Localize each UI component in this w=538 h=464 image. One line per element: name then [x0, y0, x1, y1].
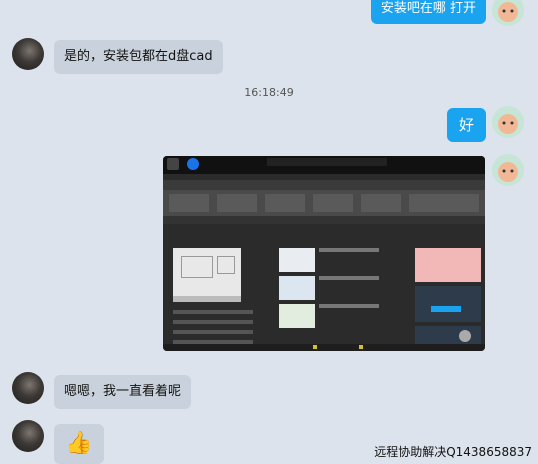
emoji-bubble: 👍	[54, 424, 104, 464]
avatar-contact[interactable]	[12, 372, 44, 404]
thumbs-up-icon: 👍	[65, 431, 93, 456]
avatar-self[interactable]	[492, 154, 524, 186]
avatar-contact[interactable]	[12, 38, 44, 70]
message-bubble-outgoing: 安装吧在哪 打开	[370, 0, 486, 24]
avatar-contact[interactable]	[12, 420, 44, 452]
message-text: 安装吧在哪 打开	[380, 1, 476, 16]
message-text: 嗯嗯，我一直看着呢	[64, 384, 182, 399]
cartoon-avatar-icon	[498, 2, 518, 22]
message-bubble-incoming: 是的，安装包都在d盘cad	[54, 40, 223, 74]
contact-footer: 远程协助解决Q1438658837	[374, 445, 532, 459]
avatar-self[interactable]	[492, 0, 524, 26]
cartoon-avatar-icon	[498, 162, 518, 182]
cartoon-avatar-icon	[498, 114, 518, 134]
message-timestamp: 16:18:49	[244, 86, 294, 99]
message-text: 好	[458, 116, 474, 134]
message-bubble-outgoing: 好	[446, 108, 486, 142]
message-text: 是的，安装包都在d盘cad	[64, 49, 213, 64]
message-bubble-incoming: 嗯嗯，我一直看着呢	[54, 375, 192, 409]
avatar-self[interactable]	[492, 106, 524, 138]
image-message-autocad-screenshot[interactable]	[163, 156, 485, 351]
